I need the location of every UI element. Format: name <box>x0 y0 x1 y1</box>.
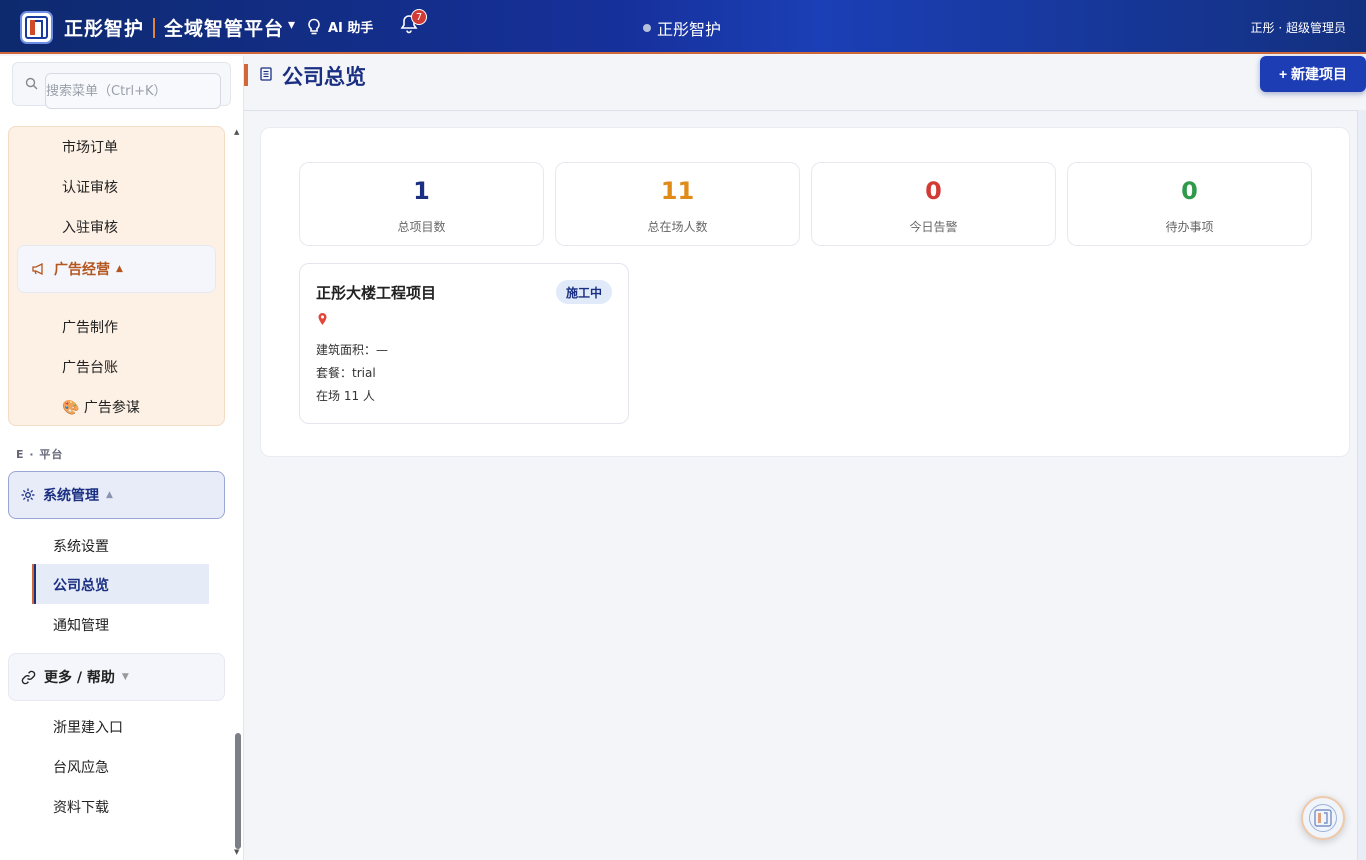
stat-card-total-projects: 1 总项目数 <box>299 162 544 246</box>
stat-value: 11 <box>660 177 695 205</box>
ai-assistant-button[interactable]: AI 助手 <box>306 17 373 36</box>
project-onsite-count: 在场 11 人 <box>316 389 375 403</box>
overview-panel: 1 总项目数 11 总在场人数 0 今日告警 0 待办事项 正彤大楼工程项目 施… <box>260 127 1350 457</box>
scroll-down-icon[interactable]: ▼ <box>234 848 239 856</box>
sidebar-item-cert-review[interactable]: 认证审核 <box>62 177 118 197</box>
system-group-label: 系统管理 <box>43 488 99 504</box>
ad-group-panel: 市场订单 认证审核 入驻审核 广告经营 ▲ 广告制作 广告台账 🎨 广告参谋 <box>8 126 225 426</box>
brand-divider <box>153 17 156 38</box>
sidebar-item-typhoon-emergency[interactable]: 台风应急 <box>53 757 109 777</box>
stat-label: 总项目数 <box>397 220 446 234</box>
ad-group-toggle[interactable]: 广告经营 ▲ <box>17 245 216 293</box>
document-icon <box>260 67 272 81</box>
brand-logo-icon[interactable] <box>20 11 53 44</box>
system-group-toggle[interactable]: 系统管理 ▲ <box>8 471 225 519</box>
scroll-up-icon[interactable]: ▲ <box>234 128 239 136</box>
floating-assistant-button[interactable] <box>1301 796 1345 840</box>
gear-icon <box>21 488 35 502</box>
sidebar: 市场订单 认证审核 入驻审核 广告经营 ▲ 广告制作 广告台账 🎨 广告参谋 E… <box>0 56 244 860</box>
expand-arrow-icon: ▼ <box>121 672 129 682</box>
ai-assistant-label: AI 助手 <box>328 21 374 36</box>
project-status-badge: 施工中 <box>555 280 612 304</box>
more-help-label: 更多 / 帮助 <box>44 670 115 686</box>
sidebar-item-ad-ledger[interactable]: 广告台账 <box>62 357 118 377</box>
ad-group-label: 广告经营 <box>54 262 110 278</box>
sidebar-item-ad-advisor[interactable]: 🎨 广告参谋 <box>62 397 140 417</box>
sidebar-item-company-overview-label: 公司总览 <box>53 578 109 594</box>
sidebar-item-ad-production[interactable]: 广告制作 <box>62 317 118 337</box>
center-title: 正彤智护 <box>643 16 721 40</box>
stat-value: 0 <box>925 177 942 205</box>
project-plan: 套餐：trial <box>316 366 376 380</box>
center-title-text: 正彤智护 <box>657 20 722 39</box>
stat-label: 总在场人数 <box>647 220 708 234</box>
stat-label: 待办事项 <box>1165 220 1214 234</box>
sidebar-item-market-orders[interactable]: 市场订单 <box>62 137 118 157</box>
sidebar-item-system-settings[interactable]: 系统设置 <box>53 536 109 556</box>
project-name: 正彤大楼工程项目 <box>316 284 437 302</box>
project-card[interactable]: 正彤大楼工程项目 施工中 建筑面积：— 套餐：trial 在场 11 人 <box>299 263 629 424</box>
sidebar-item-downloads[interactable]: 资料下载 <box>53 797 109 817</box>
stat-label: 今日告警 <box>909 220 958 234</box>
link-icon <box>21 670 36 684</box>
stat-value: 1 <box>413 177 430 205</box>
title-accent-bar <box>244 64 248 86</box>
brand-name: 正彤智护 <box>64 18 145 40</box>
sidebar-item-zhelijian[interactable]: 浙里建入口 <box>53 717 123 737</box>
brand-subtitle: 全域智管平台 <box>164 18 285 40</box>
sidebar-item-entry-review[interactable]: 入驻审核 <box>62 217 118 237</box>
user-menu[interactable]: 正彤 · 超级管理员 <box>1251 19 1346 36</box>
menu-search-input[interactable] <box>45 73 221 109</box>
more-help-group-toggle[interactable]: 更多 / 帮助 ▼ <box>8 653 225 701</box>
brand-title: 正彤智护 全域智管平台 <box>64 14 284 41</box>
section-label-platform: E · 平台 <box>16 448 64 461</box>
main-scroll-track <box>1357 110 1366 860</box>
notification-count-badge: 7 <box>411 9 427 25</box>
page-title: 公司总览 <box>282 65 366 89</box>
location-pin-icon <box>318 313 327 325</box>
collapse-arrow-icon: ▲ <box>106 490 113 500</box>
sidebar-item-notification-management[interactable]: 通知管理 <box>53 615 109 635</box>
scrollbar-thumb[interactable] <box>235 733 241 849</box>
lightbulb-icon <box>308 18 320 34</box>
page-header: 公司总览 <box>244 56 1366 111</box>
stat-card-onsite-people: 11 总在场人数 <box>555 162 800 246</box>
new-project-button[interactable]: + 新建项目 <box>1260 56 1366 92</box>
project-area: 建筑面积：— <box>316 343 389 357</box>
stat-card-today-alerts: 0 今日告警 <box>811 162 1056 246</box>
menu-search <box>12 62 231 109</box>
brand-logo-icon <box>1309 804 1337 832</box>
top-bar: 正彤智护 全域智管平台 ▾ AI 助手 7 正彤智护 正彤 · 超级管理员 <box>0 0 1366 54</box>
stat-card-todo-items: 0 待办事项 <box>1067 162 1312 246</box>
platform-dropdown-icon[interactable]: ▾ <box>288 17 295 33</box>
sidebar-scrollbar[interactable]: ▲ ▼ <box>234 128 242 856</box>
stat-value: 0 <box>1181 177 1198 205</box>
status-dot-icon <box>643 24 651 32</box>
collapse-arrow-icon: ▲ <box>116 264 123 274</box>
megaphone-icon <box>32 263 43 275</box>
search-icon <box>25 77 38 90</box>
